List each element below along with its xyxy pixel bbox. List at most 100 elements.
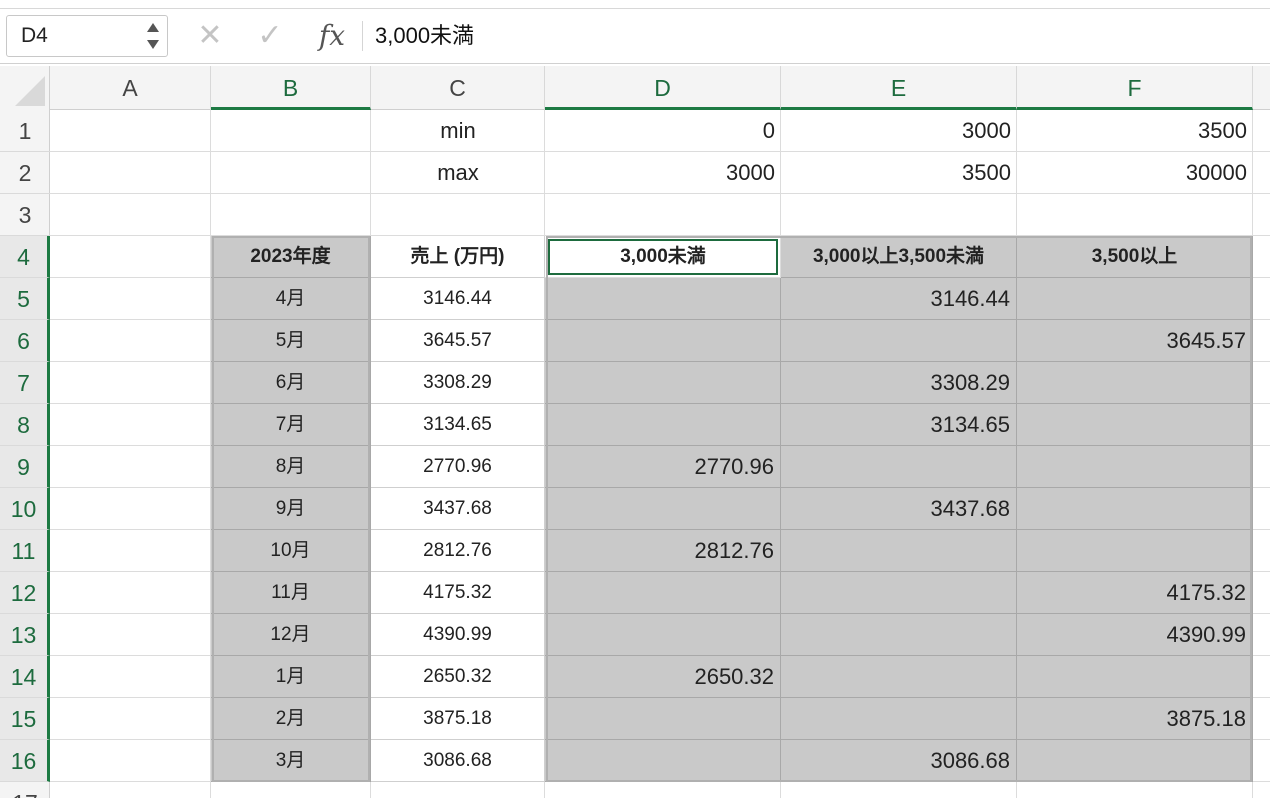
column-header-c[interactable]: C [371, 66, 545, 110]
under-3000-cell[interactable]: 2812.76 [545, 530, 781, 572]
sales-cell[interactable]: 3134.65 [371, 404, 545, 446]
chevron-up-icon[interactable] [147, 23, 159, 32]
row-header-3[interactable]: 3 [0, 194, 50, 236]
max-label[interactable]: max [371, 152, 545, 194]
column-header-d[interactable]: D [545, 66, 781, 110]
sales-cell[interactable]: 3146.44 [371, 278, 545, 320]
min-value-cell[interactable]: 3500 [1017, 110, 1253, 152]
over-3500-cell[interactable]: 3645.57 [1017, 320, 1253, 362]
between-3000-3500-cell[interactable]: 3437.68 [781, 488, 1017, 530]
row-header-1[interactable]: 1 [0, 110, 50, 152]
month-cell[interactable]: 3月 [211, 740, 371, 782]
min-value-cell[interactable]: 0 [545, 110, 781, 152]
sales-cell[interactable]: 2650.32 [371, 656, 545, 698]
sales-cell[interactable]: 3086.68 [371, 740, 545, 782]
under-3000-cell[interactable] [545, 698, 781, 740]
month-cell[interactable]: 12月 [211, 614, 371, 656]
row-header-9[interactable]: 9 [0, 446, 50, 488]
month-cell[interactable]: 8月 [211, 446, 371, 488]
between-3000-3500-header[interactable]: 3,000以上3,500未満 [781, 236, 1017, 278]
under-3000-cell[interactable] [545, 488, 781, 530]
column-header-f[interactable]: F [1017, 66, 1253, 110]
name-box[interactable]: D4 [6, 15, 168, 57]
between-3000-3500-cell[interactable] [781, 656, 1017, 698]
row-header-17[interactable]: 17 [0, 782, 50, 798]
sales-cell[interactable]: 3645.57 [371, 320, 545, 362]
sales-cell[interactable]: 4175.32 [371, 572, 545, 614]
month-cell[interactable]: 4月 [211, 278, 371, 320]
sales-cell[interactable]: 2812.76 [371, 530, 545, 572]
over-3500-cell[interactable] [1017, 740, 1253, 782]
month-cell[interactable]: 2月 [211, 698, 371, 740]
under-3000-cell[interactable] [545, 278, 781, 320]
under-3000-cell[interactable] [545, 572, 781, 614]
sales-cell[interactable]: 3437.68 [371, 488, 545, 530]
under-3000-cell[interactable] [545, 320, 781, 362]
min-label[interactable]: min [371, 110, 545, 152]
row-header-13[interactable]: 13 [0, 614, 50, 656]
between-3000-3500-cell[interactable] [781, 320, 1017, 362]
row-header-16[interactable]: 16 [0, 740, 50, 782]
column-header-a[interactable]: A [50, 66, 211, 110]
sales-cell[interactable]: 4390.99 [371, 614, 545, 656]
under-3000-cell[interactable] [545, 614, 781, 656]
column-header-b[interactable]: B [211, 66, 371, 110]
between-3000-3500-cell[interactable] [781, 614, 1017, 656]
between-3000-3500-cell[interactable]: 3308.29 [781, 362, 1017, 404]
row-header-8[interactable]: 8 [0, 404, 50, 446]
between-3000-3500-cell[interactable]: 3146.44 [781, 278, 1017, 320]
name-box-stepper-icon[interactable] [145, 19, 161, 53]
row-header-2[interactable]: 2 [0, 152, 50, 194]
month-cell[interactable]: 7月 [211, 404, 371, 446]
max-value-cell[interactable]: 30000 [1017, 152, 1253, 194]
month-cell[interactable]: 9月 [211, 488, 371, 530]
under-3000-cell[interactable] [545, 404, 781, 446]
fiscal-year-header[interactable]: 2023年度 [211, 236, 371, 278]
month-cell[interactable]: 1月 [211, 656, 371, 698]
row-header-7[interactable]: 7 [0, 362, 50, 404]
row-header-11[interactable]: 11 [0, 530, 50, 572]
min-value-cell[interactable]: 3000 [781, 110, 1017, 152]
between-3000-3500-cell[interactable]: 3086.68 [781, 740, 1017, 782]
active-cell-d4[interactable]: 3,000未満 [548, 239, 778, 275]
over-3500-cell[interactable] [1017, 656, 1253, 698]
under-3000-cell[interactable]: 2650.32 [545, 656, 781, 698]
between-3000-3500-cell[interactable] [781, 446, 1017, 488]
month-cell[interactable]: 5月 [211, 320, 371, 362]
between-3000-3500-cell[interactable] [781, 530, 1017, 572]
max-value-cell[interactable]: 3000 [545, 152, 781, 194]
max-value-cell[interactable]: 3500 [781, 152, 1017, 194]
over-3500-cell[interactable] [1017, 488, 1253, 530]
over-3500-cell[interactable]: 4175.32 [1017, 572, 1253, 614]
between-3000-3500-cell[interactable] [781, 698, 1017, 740]
row-header-14[interactable]: 14 [0, 656, 50, 698]
month-cell[interactable]: 11月 [211, 572, 371, 614]
month-cell[interactable]: 6月 [211, 362, 371, 404]
over-3500-cell[interactable] [1017, 530, 1253, 572]
over-3500-cell[interactable]: 3875.18 [1017, 698, 1253, 740]
row-header-15[interactable]: 15 [0, 698, 50, 740]
checkmark-icon[interactable]: ✓ [252, 17, 288, 55]
row-header-10[interactable]: 10 [0, 488, 50, 530]
over-3500-cell[interactable] [1017, 362, 1253, 404]
row-header-4[interactable]: 4 [0, 236, 50, 278]
between-3000-3500-cell[interactable]: 3134.65 [781, 404, 1017, 446]
sales-cell[interactable]: 3308.29 [371, 362, 545, 404]
formula-input[interactable]: 3,000未満 [375, 19, 474, 53]
row-header-6[interactable]: 6 [0, 320, 50, 362]
column-header-e[interactable]: E [781, 66, 1017, 110]
sales-cell[interactable]: 3875.18 [371, 698, 545, 740]
sales-cell[interactable]: 2770.96 [371, 446, 545, 488]
over-3500-cell[interactable] [1017, 446, 1253, 488]
under-3000-cell[interactable] [545, 740, 781, 782]
over-3500-cell[interactable] [1017, 404, 1253, 446]
under-3000-cell[interactable]: 2770.96 [545, 446, 781, 488]
between-3000-3500-cell[interactable] [781, 572, 1017, 614]
over-3500-cell[interactable] [1017, 278, 1253, 320]
month-cell[interactable]: 10月 [211, 530, 371, 572]
insert-function-icon[interactable]: fx [310, 17, 354, 55]
chevron-down-icon[interactable] [147, 40, 159, 49]
under-3000-cell[interactable] [545, 362, 781, 404]
over-3500-header[interactable]: 3,500以上 [1017, 236, 1253, 278]
cancel-icon[interactable]: ✕ [192, 17, 228, 55]
